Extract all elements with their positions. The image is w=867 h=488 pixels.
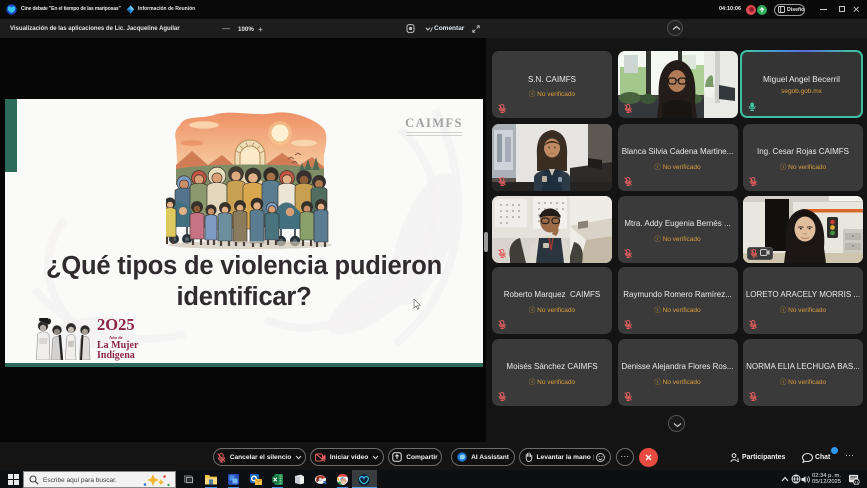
svg-text:21: 21 — [854, 480, 858, 484]
